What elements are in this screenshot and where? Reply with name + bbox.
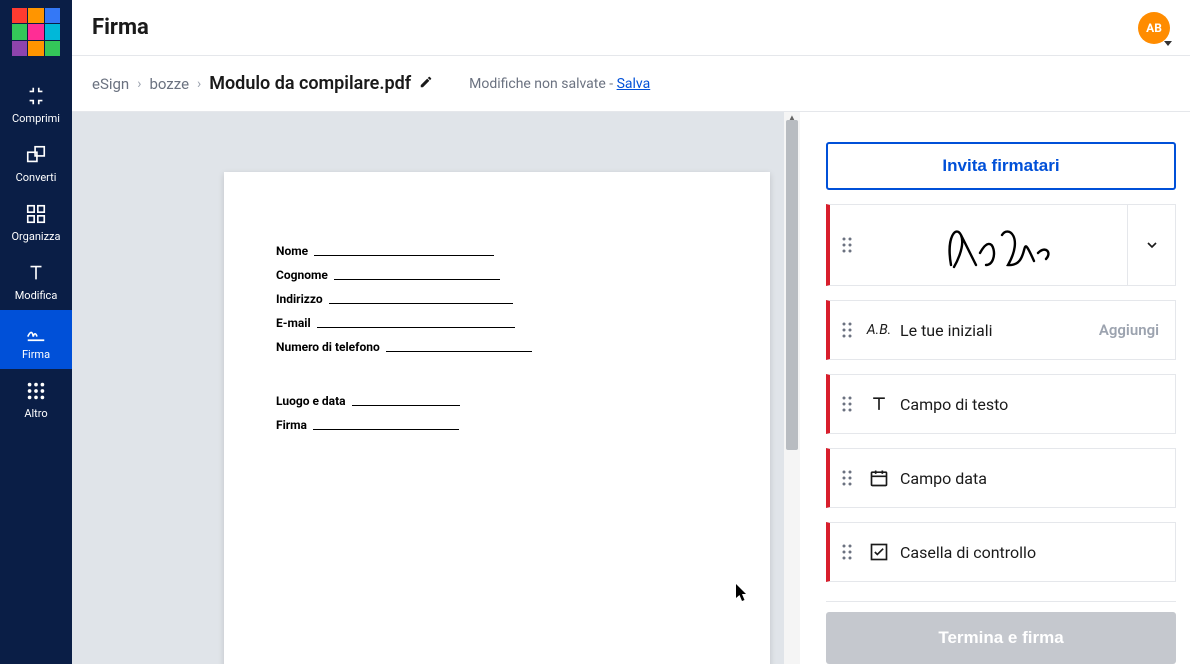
app-logo[interactable] bbox=[12, 8, 60, 56]
form-field-row: Firma bbox=[276, 418, 718, 432]
invite-signers-button[interactable]: Invita firmatari bbox=[826, 142, 1176, 190]
tool-label: Casella di controllo bbox=[894, 543, 1175, 562]
tool-text-field[interactable]: Campo di testo bbox=[826, 374, 1176, 434]
chevron-right-icon: › bbox=[197, 76, 201, 92]
page-title: Firma bbox=[92, 15, 149, 40]
save-status: Modifiche non salvate - Salva bbox=[469, 76, 650, 92]
sidebar-item-label: Modifica bbox=[15, 289, 58, 302]
form-field-line bbox=[352, 405, 460, 406]
checkbox-icon bbox=[864, 542, 894, 562]
form-field-label: Firma bbox=[276, 418, 307, 432]
form-field-row: Indirizzo bbox=[276, 292, 718, 306]
scrollbar-thumb[interactable] bbox=[786, 120, 798, 450]
form-field-row: Luogo e data bbox=[276, 394, 718, 408]
drag-handle-icon[interactable] bbox=[830, 543, 864, 561]
drag-handle-icon[interactable] bbox=[830, 321, 864, 339]
form-field-label: Indirizzo bbox=[276, 292, 323, 306]
sidebar-item-label: Organizza bbox=[11, 230, 60, 243]
form-field-label: E-mail bbox=[276, 316, 311, 330]
organize-icon bbox=[24, 202, 48, 226]
chevron-right-icon: › bbox=[137, 76, 141, 92]
workspace: Nome Cognome Indirizzo E-mail Numero di tele… bbox=[72, 112, 1190, 664]
sidebar: Comprimi Converti Organizza Modifica Fir bbox=[0, 0, 72, 664]
tool-signature[interactable] bbox=[826, 204, 1176, 286]
signature-expand-button[interactable] bbox=[1127, 205, 1175, 285]
sidebar-item-converti[interactable]: Converti bbox=[0, 133, 72, 192]
tool-label: Campo data bbox=[894, 469, 1175, 488]
form-field-label: Cognome bbox=[276, 268, 328, 282]
save-link[interactable]: Salva bbox=[617, 76, 651, 92]
form-field-line bbox=[314, 255, 494, 256]
form-field-row: Numero di telefono bbox=[276, 340, 718, 354]
tool-initials[interactable]: A.B. Le tue iniziali Aggiungi bbox=[826, 300, 1176, 360]
pencil-icon[interactable] bbox=[419, 75, 433, 93]
document-page[interactable]: Nome Cognome Indirizzo E-mail Numero di tele… bbox=[224, 172, 770, 664]
finish-sign-button[interactable]: Termina e firma bbox=[826, 612, 1176, 664]
save-status-text: Modifiche non salvate - bbox=[469, 76, 616, 92]
form-field-label: Luogo e data bbox=[276, 394, 346, 408]
form-field-label: Numero di telefono bbox=[276, 340, 380, 354]
tool-label: Campo di testo bbox=[894, 395, 1175, 414]
text-icon bbox=[864, 394, 894, 414]
signature-preview bbox=[864, 217, 1127, 273]
sidebar-item-organizza[interactable]: Organizza bbox=[0, 192, 72, 251]
user-avatar[interactable]: AB bbox=[1138, 12, 1170, 44]
sidebar-item-modifica[interactable]: Modifica bbox=[0, 251, 72, 310]
sidebar-item-firma[interactable]: Firma bbox=[0, 310, 72, 369]
tool-date-field[interactable]: Campo data bbox=[826, 448, 1176, 508]
sidebar-item-label: Comprimi bbox=[12, 112, 60, 125]
form-field-line bbox=[329, 303, 513, 304]
main: Firma AB eSign › bozze › Modulo da compi… bbox=[72, 0, 1190, 664]
sidebar-item-comprimi[interactable]: Comprimi bbox=[0, 74, 72, 133]
initials-icon: A.B. bbox=[864, 322, 894, 338]
drag-handle-icon[interactable] bbox=[830, 469, 864, 487]
edit-text-icon bbox=[24, 261, 48, 285]
panel-footer: Termina e firma bbox=[826, 601, 1176, 664]
calendar-icon bbox=[864, 468, 894, 488]
canvas[interactable]: Nome Cognome Indirizzo E-mail Numero di tele… bbox=[72, 112, 800, 664]
form-field-label: Nome bbox=[276, 244, 308, 258]
breadcrumb-folder[interactable]: bozze bbox=[149, 75, 189, 93]
sign-icon bbox=[24, 320, 48, 344]
sidebar-item-label: Converti bbox=[16, 171, 57, 184]
sidebar-item-label: Altro bbox=[24, 407, 47, 420]
breadcrumb-file: Modulo da compilare.pdf bbox=[209, 73, 411, 94]
add-initials-button[interactable]: Aggiungi bbox=[1099, 321, 1175, 339]
sidebar-item-altro[interactable]: Altro bbox=[0, 369, 72, 428]
breadcrumb-root[interactable]: eSign bbox=[92, 75, 129, 93]
form-field-line bbox=[317, 327, 515, 328]
form-field-line bbox=[386, 351, 532, 352]
tool-label: Le tue iniziali bbox=[894, 321, 1099, 340]
drag-handle-icon[interactable] bbox=[830, 236, 864, 254]
scrollbar[interactable]: ▲ bbox=[784, 112, 800, 664]
form-field-row: E-mail bbox=[276, 316, 718, 330]
compress-icon bbox=[24, 84, 48, 108]
breadcrumb-bar: eSign › bozze › Modulo da compilare.pdf … bbox=[72, 56, 1190, 112]
tool-checkbox[interactable]: Casella di controllo bbox=[826, 522, 1176, 582]
form-field-line bbox=[334, 279, 500, 280]
apps-icon bbox=[24, 379, 48, 403]
form-field-row: Cognome bbox=[276, 268, 718, 282]
form-field-row: Nome bbox=[276, 244, 718, 258]
topbar: Firma AB bbox=[72, 0, 1190, 56]
tools-panel: Invita firmatari bbox=[800, 112, 1190, 664]
convert-icon bbox=[24, 143, 48, 167]
form-field-line bbox=[313, 429, 459, 430]
drag-handle-icon[interactable] bbox=[830, 395, 864, 413]
sidebar-item-label: Firma bbox=[22, 348, 50, 361]
